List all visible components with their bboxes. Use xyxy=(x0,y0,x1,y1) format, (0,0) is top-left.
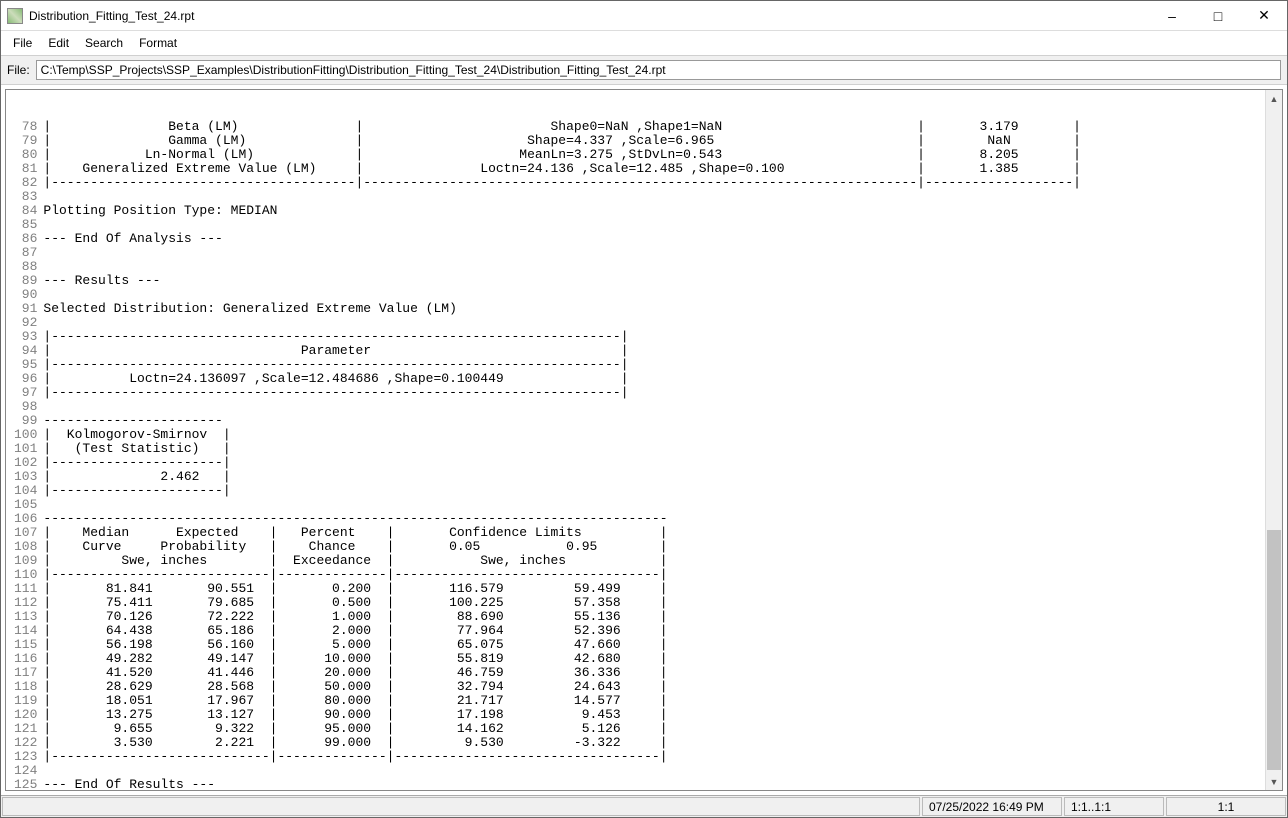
app-window: Distribution_Fitting_Test_24.rpt – □ ✕ F… xyxy=(0,0,1288,818)
close-button[interactable]: ✕ xyxy=(1241,1,1287,31)
scroll-down-arrow[interactable]: ▼ xyxy=(1266,773,1282,790)
status-position: 1:1..1:1 xyxy=(1064,797,1164,816)
window-title: Distribution_Fitting_Test_24.rpt xyxy=(29,9,1149,23)
statusbar: 07/25/2022 16:49 PM 1:1..1:1 1:1 xyxy=(1,795,1287,817)
vertical-scrollbar[interactable]: ▲ ▼ xyxy=(1265,90,1282,790)
scroll-up-arrow[interactable]: ▲ xyxy=(1266,90,1282,107)
file-path-bar: File: xyxy=(1,55,1287,85)
status-zoom: 1:1 xyxy=(1166,797,1286,816)
app-icon xyxy=(7,8,23,24)
menu-format[interactable]: Format xyxy=(131,34,185,52)
titlebar: Distribution_Fitting_Test_24.rpt – □ ✕ xyxy=(1,1,1287,31)
menu-file[interactable]: File xyxy=(5,34,40,52)
status-datetime: 07/25/2022 16:49 PM xyxy=(922,797,1062,816)
line-number-gutter: 78 79 80 81 82 83 84 85 86 87 88 89 90 9… xyxy=(6,118,41,790)
editor-content[interactable]: | Beta (LM) | Shape0=NaN ,Shape1=NaN | 3… xyxy=(41,118,1081,790)
menu-search[interactable]: Search xyxy=(77,34,131,52)
maximize-button[interactable]: □ xyxy=(1195,1,1241,31)
menubar: File Edit Search Format xyxy=(1,31,1287,55)
window-buttons: – □ ✕ xyxy=(1149,1,1287,31)
scroll-thumb[interactable] xyxy=(1267,530,1281,770)
minimize-button[interactable]: – xyxy=(1149,1,1195,31)
file-path-input[interactable] xyxy=(36,60,1281,80)
text-editor[interactable]: 78 79 80 81 82 83 84 85 86 87 88 89 90 9… xyxy=(6,90,1265,790)
menu-edit[interactable]: Edit xyxy=(40,34,77,52)
editor-container: 78 79 80 81 82 83 84 85 86 87 88 89 90 9… xyxy=(5,89,1283,791)
file-label: File: xyxy=(7,63,30,77)
status-spacer xyxy=(2,797,920,816)
